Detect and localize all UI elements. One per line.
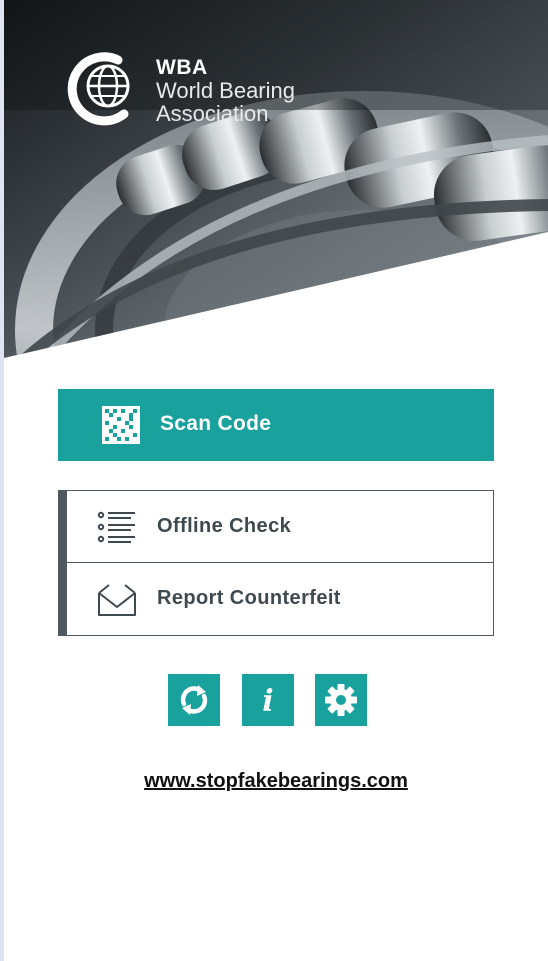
gear-icon — [325, 684, 357, 716]
info-glyph: i — [262, 684, 273, 719]
logo-name-line1: World Bearing — [156, 78, 295, 103]
menu-item-label: Offline Check — [157, 515, 292, 537]
website-link[interactable]: www.stopfakebearings.com — [4, 770, 548, 793]
menu-item-offline-check[interactable]: Offline Check — [67, 491, 494, 563]
app-screen: WBA World Bearing Association Scan Code — [4, 0, 548, 961]
settings-button[interactable] — [315, 674, 367, 726]
scan-code-button[interactable]: Scan Code — [58, 389, 494, 461]
info-button[interactable]: i — [242, 674, 294, 726]
wba-logo: WBA World Bearing Association — [64, 48, 324, 128]
envelope-icon — [98, 584, 136, 616]
globe-icon — [67, 52, 130, 126]
hero-banner: WBA World Bearing Association — [4, 0, 548, 360]
scan-code-label: Scan Code — [160, 412, 272, 435]
menu-item-label: Report Counterfeit — [157, 587, 341, 609]
qr-code-icon — [102, 406, 140, 444]
logo-abbr: WBA — [156, 56, 208, 79]
menu-list: Offline Check Report Counterfeit — [58, 490, 494, 636]
refresh-icon — [180, 685, 208, 715]
logo-name-line2: Association — [156, 101, 269, 126]
refresh-button[interactable] — [168, 674, 220, 726]
menu-item-report-counterfeit[interactable]: Report Counterfeit — [67, 563, 494, 635]
list-icon — [97, 511, 135, 543]
info-icon: i — [262, 684, 273, 719]
logo-text: WBA World Bearing Association — [156, 56, 295, 125]
